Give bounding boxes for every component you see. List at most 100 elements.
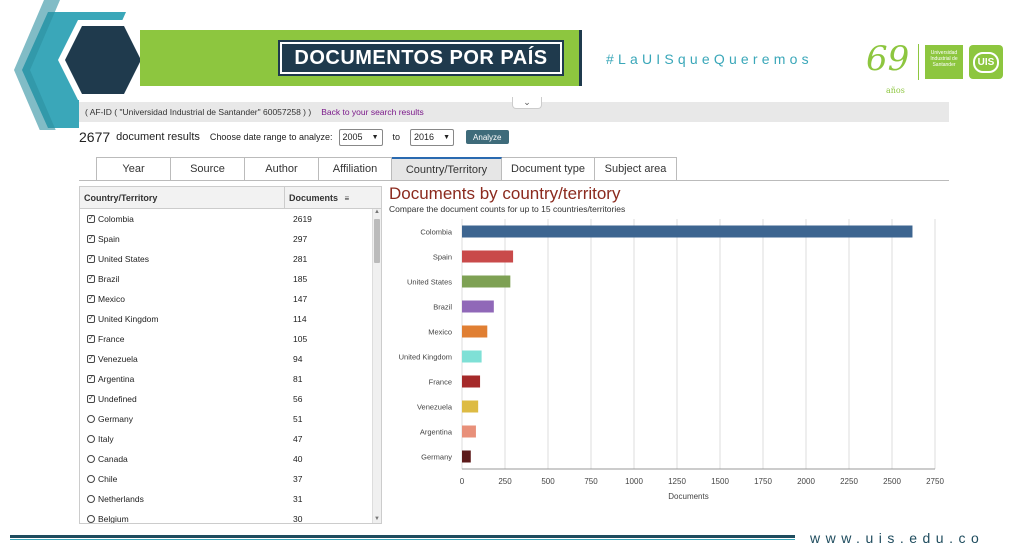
tabs-underline [79, 180, 949, 181]
checkbox-checked-icon[interactable]: ✓ [87, 295, 95, 303]
country-cell: ✓ Venezuela [80, 354, 285, 364]
table-row[interactable]: ✓ Argentina 81 [80, 369, 381, 389]
country-cell: ✓ Colombia [80, 214, 285, 224]
scroll-up-icon[interactable]: ▲ [373, 209, 381, 217]
chevron-down-icon: ▼ [371, 133, 379, 141]
checkbox-checked-icon[interactable]: ✓ [87, 275, 95, 283]
country-name: Venezuela [98, 354, 138, 364]
checkbox-checked-icon[interactable]: ✓ [87, 255, 95, 263]
bar [462, 450, 471, 463]
y-category-label: Mexico [428, 328, 452, 337]
x-tick-label: 0 [460, 477, 465, 486]
scroll-thumb[interactable] [374, 219, 380, 263]
table-row[interactable]: ✓ Venezuela 94 [80, 349, 381, 369]
country-cell: Italy [80, 434, 285, 444]
tab-document-type[interactable]: Document type [502, 157, 595, 181]
checkbox-checked-icon[interactable]: ✓ [87, 355, 95, 363]
table-row[interactable]: Belgium 30 [80, 509, 381, 524]
table-row[interactable]: ✓ Brazil 185 [80, 269, 381, 289]
x-tick-label: 1500 [711, 477, 729, 486]
uis-badge-label: UIS [972, 51, 1000, 73]
country-table: Country/Territory Documents ≡ ✓ Colombia 2… [79, 186, 382, 524]
logo-separator [918, 44, 919, 80]
x-tick-label: 1250 [668, 477, 686, 486]
tab-affiliation[interactable]: Affiliation [319, 157, 392, 181]
country-cell: ✓ Spain [80, 234, 285, 244]
country-cell: Chile [80, 474, 285, 484]
table-row[interactable]: ✓ Mexico 147 [80, 289, 381, 309]
bar [462, 375, 481, 388]
table-row[interactable]: ✓ Spain 297 [80, 229, 381, 249]
checkbox-checked-icon[interactable]: ✓ [87, 315, 95, 323]
country-name: Spain [98, 234, 120, 244]
country-cell: ✓ Argentina [80, 374, 285, 384]
bar [462, 425, 476, 438]
tab-author[interactable]: Author [245, 157, 319, 181]
y-category-label: France [429, 378, 452, 387]
country-cell: Netherlands [80, 494, 285, 504]
checkbox-checked-icon[interactable]: ✓ [87, 235, 95, 243]
x-tick-label: 2750 [926, 477, 944, 486]
x-tick-label: 500 [541, 477, 555, 486]
table-scrollbar[interactable]: ▲ ▼ [372, 209, 381, 523]
checkbox-unchecked-icon[interactable] [87, 495, 95, 503]
document-count: 47 [293, 434, 303, 444]
table-row[interactable]: Germany 51 [80, 409, 381, 429]
back-to-results-link[interactable]: Back to your search results [321, 107, 424, 117]
tab-source[interactable]: Source [171, 157, 245, 181]
document-count: 2619 [293, 214, 312, 224]
checkbox-unchecked-icon[interactable] [87, 435, 95, 443]
tab-subject-area[interactable]: Subject area [595, 157, 677, 181]
x-axis-label: Documents [668, 492, 708, 501]
table-row[interactable]: ✓ Colombia 2619 [80, 209, 381, 229]
checkbox-unchecked-icon[interactable] [87, 455, 95, 463]
checkbox-checked-icon[interactable]: ✓ [87, 375, 95, 383]
column-header-documents[interactable]: Documents ≡ [285, 187, 371, 208]
collapse-toggle-chevron-icon[interactable]: ⌄ [512, 97, 542, 109]
result-count: 2677 [79, 129, 111, 145]
checkbox-unchecked-icon[interactable] [87, 515, 95, 523]
table-row[interactable]: Netherlands 31 [80, 489, 381, 509]
checkbox-unchecked-icon[interactable] [87, 475, 95, 483]
banner-divider [579, 30, 582, 86]
document-count: 81 [293, 374, 303, 384]
document-count: 30 [293, 514, 303, 524]
table-row[interactable]: ✓ United Kingdom 114 [80, 309, 381, 329]
document-count: 51 [293, 414, 303, 424]
bar [462, 325, 488, 338]
checkbox-checked-icon[interactable]: ✓ [87, 395, 95, 403]
to-year-select[interactable]: 2016 ▼ [410, 128, 455, 146]
from-year-select[interactable]: 2005 ▼ [338, 128, 383, 146]
y-category-label: Colombia [420, 228, 453, 237]
checkbox-unchecked-icon[interactable] [87, 415, 95, 423]
country-name: Belgium [98, 514, 129, 524]
table-row[interactable]: ✓ Undefined 56 [80, 389, 381, 409]
table-row[interactable]: Italy 47 [80, 429, 381, 449]
country-cell: ✓ United Kingdom [80, 314, 285, 324]
column-header-country[interactable]: Country/Territory [80, 187, 285, 208]
checkbox-checked-icon[interactable]: ✓ [87, 335, 95, 343]
checkbox-checked-icon[interactable]: ✓ [87, 215, 95, 223]
table-row[interactable]: Canada 40 [80, 449, 381, 469]
x-tick-label: 1750 [754, 477, 772, 486]
sort-icon: ≡ [344, 194, 350, 203]
column-header-documents-label: Documents [289, 193, 339, 203]
bar [462, 225, 913, 238]
country-cell: ✓ Undefined [80, 394, 285, 404]
scroll-down-icon[interactable]: ▼ [373, 516, 381, 523]
y-category-label: Germany [421, 453, 452, 462]
country-name: Argentina [98, 374, 135, 384]
x-tick-label: 2500 [883, 477, 901, 486]
footer-url: www.uis.edu.co [810, 530, 985, 546]
table-row[interactable]: ✓ France 105 [80, 329, 381, 349]
table-row[interactable]: ✓ United States 281 [80, 249, 381, 269]
table-row[interactable]: Chile 37 [80, 469, 381, 489]
y-category-label: United States [407, 278, 452, 287]
tab-country-territory[interactable]: Country/Territory [392, 157, 502, 181]
analyze-button[interactable]: Analyze [466, 130, 509, 144]
page-title: DOCUMENTOS POR PAÍS [278, 40, 564, 76]
tab-year[interactable]: Year [96, 157, 171, 181]
country-name: United Kingdom [98, 314, 159, 324]
document-count: 147 [293, 294, 308, 304]
document-count: 185 [293, 274, 308, 284]
